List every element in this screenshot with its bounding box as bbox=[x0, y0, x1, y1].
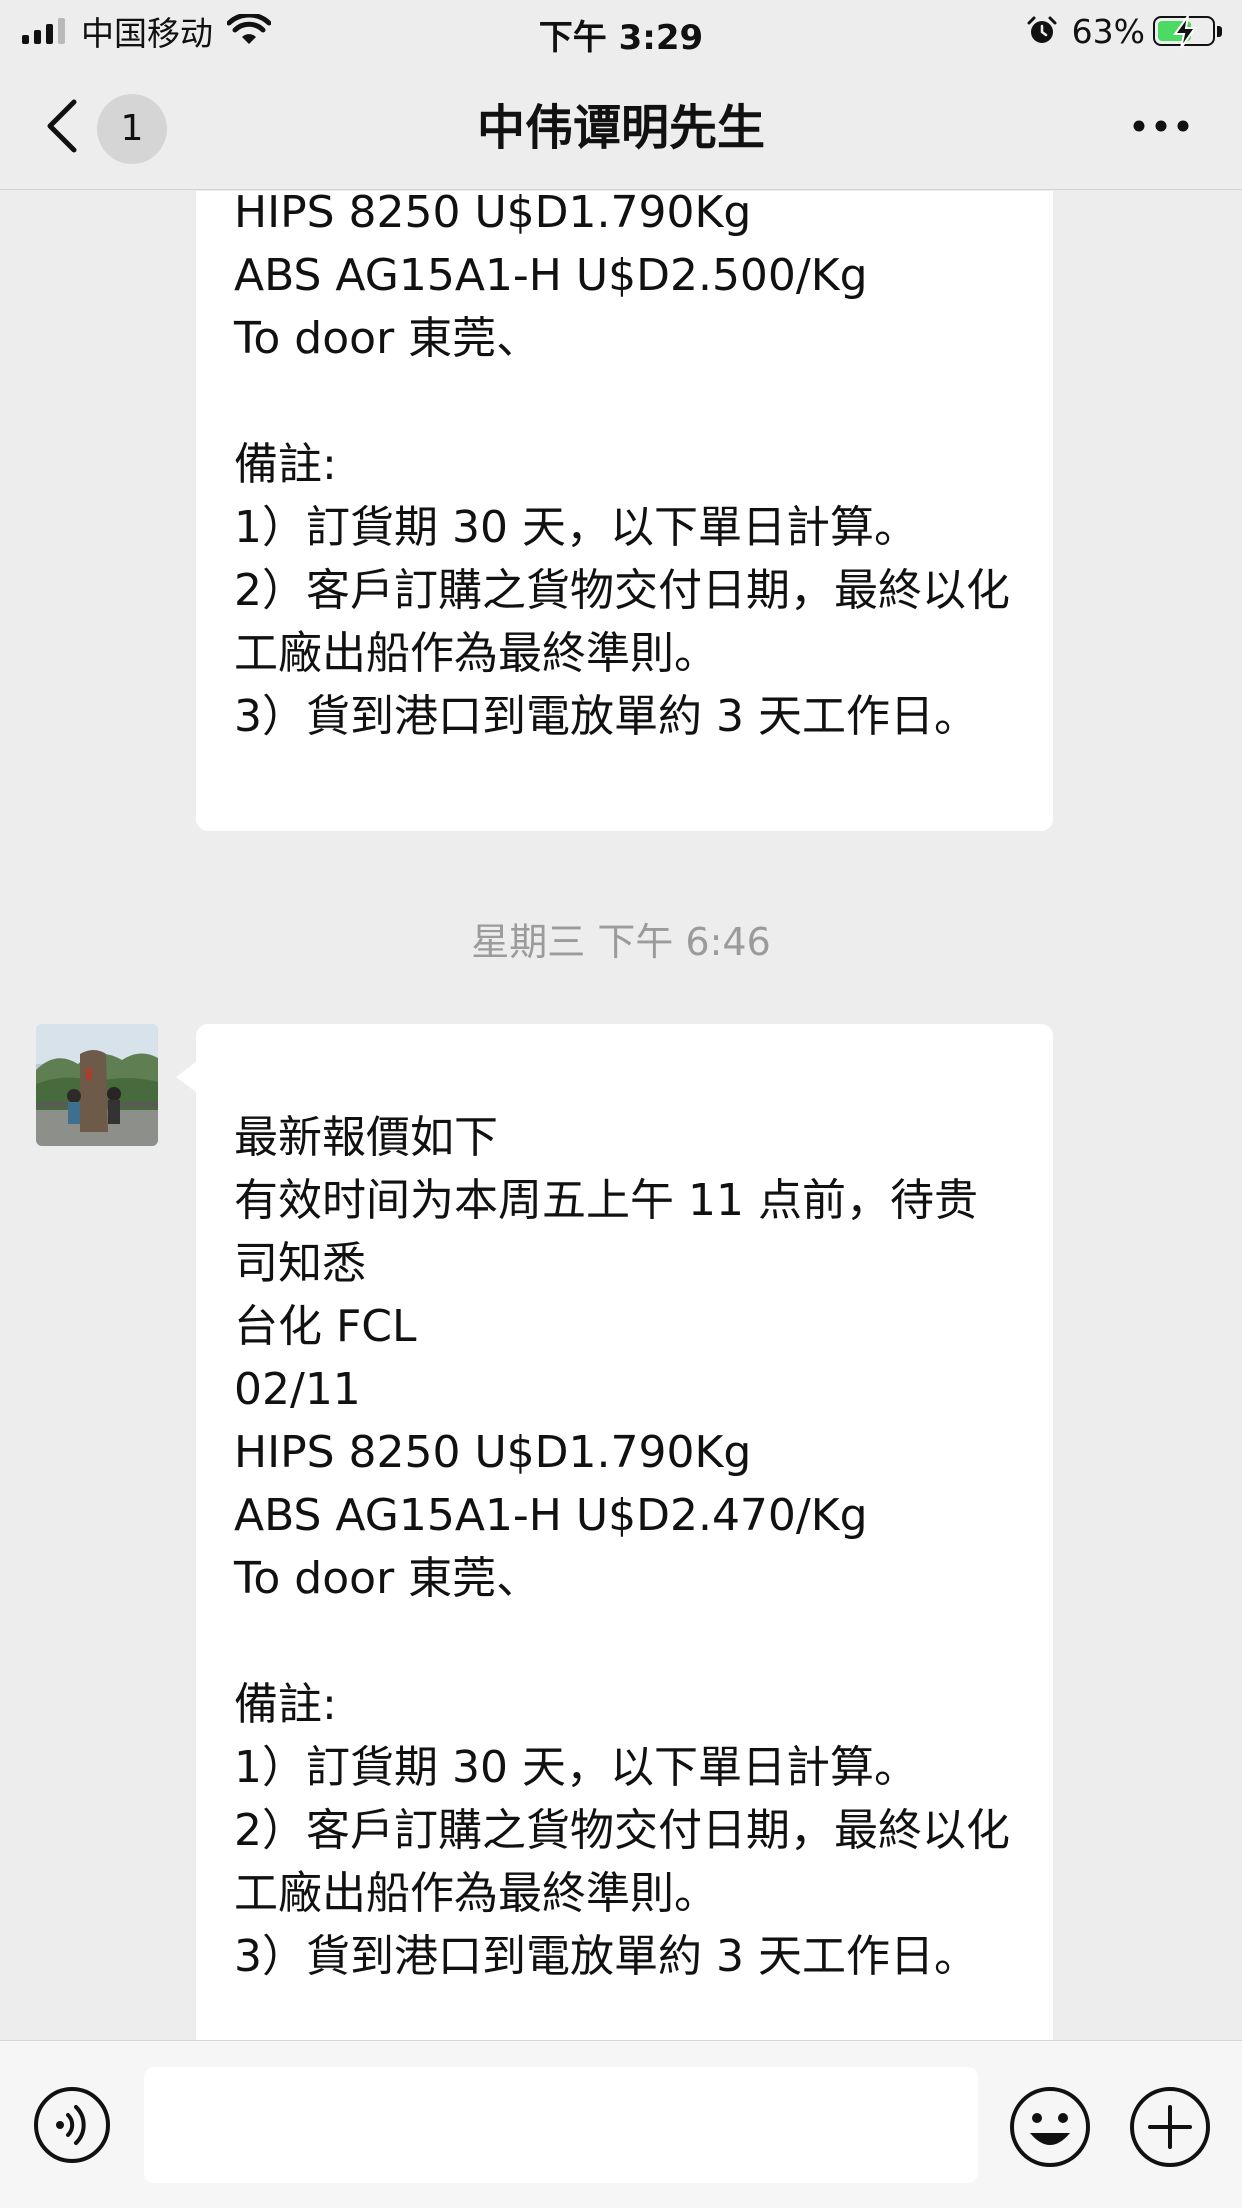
message-input[interactable] bbox=[144, 2067, 978, 2183]
message-list[interactable]: HIPS 8250 U$D1.790Kg ABS AG15A1-H U$D2.5… bbox=[0, 191, 1242, 2040]
battery-percent: 63% bbox=[1071, 11, 1145, 51]
chat-title: 中伟谭明先生 bbox=[476, 100, 765, 156]
voice-icon bbox=[34, 2087, 110, 2163]
avatar[interactable] bbox=[36, 1024, 158, 1146]
chat-header: 1 中伟谭明先生 bbox=[0, 62, 1242, 190]
more-dots-icon bbox=[1133, 120, 1189, 132]
plus-button[interactable] bbox=[1128, 2085, 1212, 2169]
battery-icon bbox=[1153, 15, 1215, 49]
emoji-button[interactable] bbox=[1008, 2085, 1092, 2169]
alarm-icon bbox=[1027, 16, 1057, 43]
status-right: 63% bbox=[1026, 10, 1222, 52]
avatar-photo bbox=[36, 1024, 158, 1146]
emoji-icon bbox=[1010, 2087, 1090, 2167]
charging-bolt-icon bbox=[1173, 15, 1197, 49]
voice-button[interactable] bbox=[32, 2085, 112, 2165]
more-button[interactable] bbox=[1132, 114, 1190, 138]
plus-icon bbox=[1130, 2087, 1210, 2167]
status-bar: 中国移动 下午 3:29 63% bbox=[0, 0, 1242, 62]
input-bar bbox=[0, 2040, 1242, 2208]
battery-tip bbox=[1217, 25, 1222, 37]
message-bubble[interactable]: HIPS 8250 U$D1.790Kg ABS AG15A1-H U$D2.5… bbox=[196, 191, 1053, 831]
message-timestamp: 星期三 下午 6:46 bbox=[471, 920, 771, 964]
message-bubble[interactable]: 最新報價如下 有效时间为本周五上午 11 点前，待贵司知悉 台化 FCL 02/… bbox=[176, 1024, 1053, 2040]
